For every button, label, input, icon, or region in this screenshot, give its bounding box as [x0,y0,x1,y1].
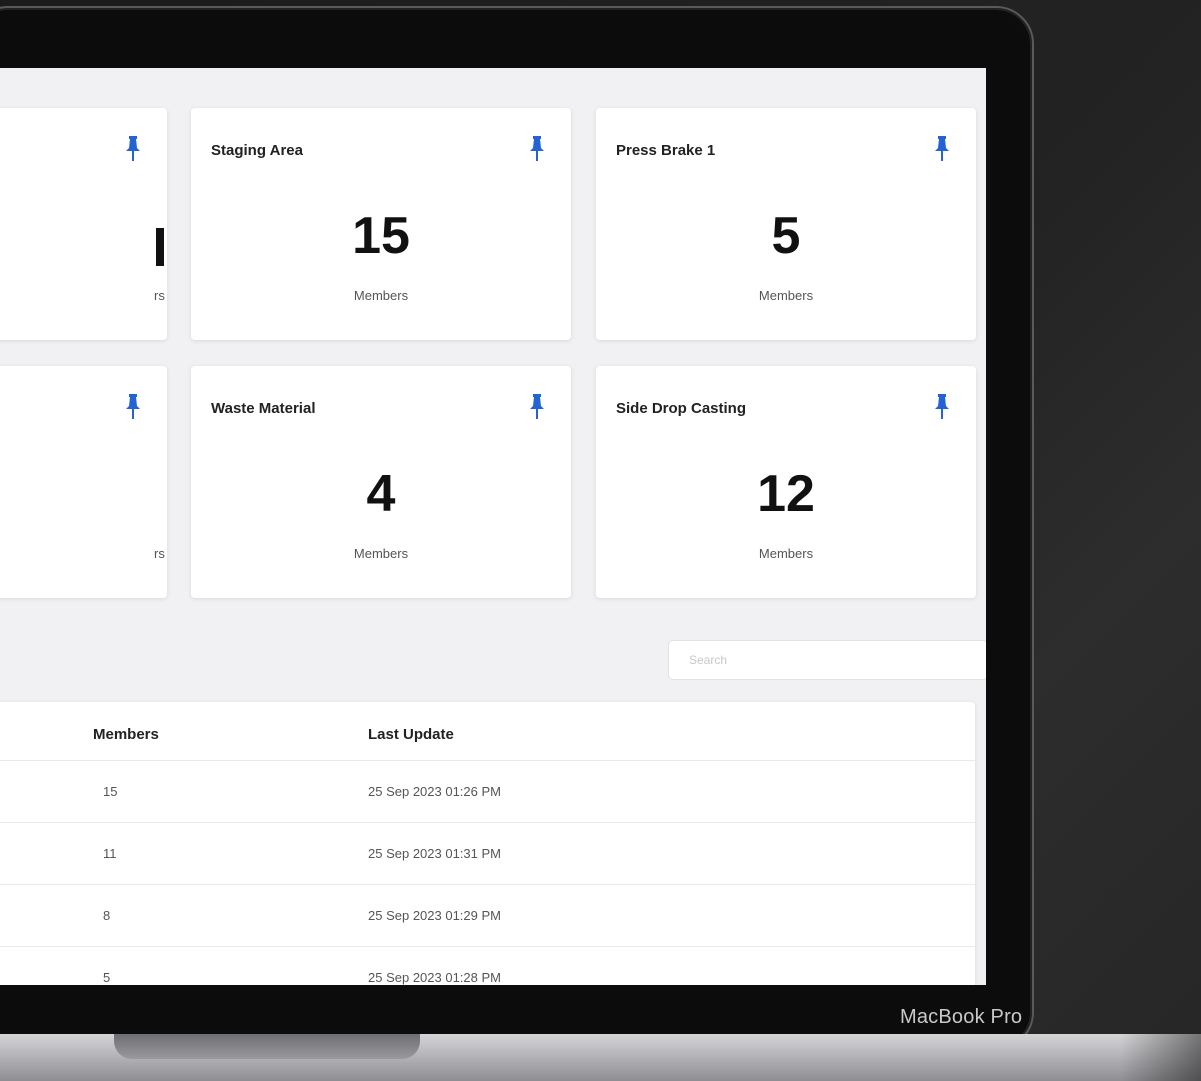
card-count: 15 [352,207,410,265]
card-count-fragment [156,228,164,266]
laptop-base-shade [1121,1034,1201,1081]
pin-icon[interactable] [125,136,141,162]
zone-card[interactable]: rs [0,108,167,340]
table-row[interactable]: 15 25 Sep 2023 01:26 PM [0,760,975,823]
zones-table: Members Last Update 15 25 Sep 2023 01:26… [0,702,975,985]
card-count: 4 [366,465,396,523]
column-header-members[interactable]: Members [93,726,159,743]
cell-last-update: 25 Sep 2023 01:29 PM [368,908,501,923]
pin-icon[interactable] [934,394,950,420]
card-title: Waste Material [211,400,316,417]
zone-card[interactable]: Press Brake 1 5 Members [596,108,976,340]
cell-last-update: 25 Sep 2023 01:31 PM [368,846,501,861]
cell-members: 8 [103,908,111,923]
card-caption: rs [154,546,165,561]
table-row[interactable]: 11 25 Sep 2023 01:31 PM [0,822,975,885]
card-title: Staging Area [211,142,303,159]
cell-last-update: 25 Sep 2023 01:26 PM [368,784,501,799]
card-title: Side Drop Casting [616,400,747,417]
card-caption: rs [154,288,165,303]
card-count: 5 [771,207,801,265]
zone-card[interactable]: Side Drop Casting 12 Members [596,366,976,598]
cell-members: 11 [103,846,117,861]
pin-icon[interactable] [529,136,545,162]
laptop-hinge-notch [114,1034,420,1059]
zone-card[interactable]: rs [0,366,167,598]
column-header-last-update[interactable]: Last Update [368,726,454,743]
search-input[interactable] [668,640,986,680]
cell-last-update: 25 Sep 2023 01:28 PM [368,970,501,985]
table-row[interactable]: 5 25 Sep 2023 01:28 PM [0,946,975,985]
zone-card[interactable]: Waste Material 4 Members [191,366,571,598]
pin-icon[interactable] [125,394,141,420]
card-count: 12 [757,465,815,523]
app-screen: rs Staging Area 15 Members Press Brake 1… [0,68,986,985]
pin-icon[interactable] [934,136,950,162]
card-caption: Members [758,546,814,561]
card-caption: Members [758,288,814,303]
pin-icon[interactable] [529,394,545,420]
card-caption: Members [353,546,409,561]
card-caption: Members [353,288,409,303]
zone-card[interactable]: Staging Area 15 Members [191,108,571,340]
table-row[interactable]: 8 25 Sep 2023 01:29 PM [0,884,975,947]
cell-members: 5 [103,970,111,985]
card-title: Press Brake 1 [616,142,716,159]
device-label: MacBook Pro [900,1006,1023,1028]
cell-members: 15 [103,784,118,799]
